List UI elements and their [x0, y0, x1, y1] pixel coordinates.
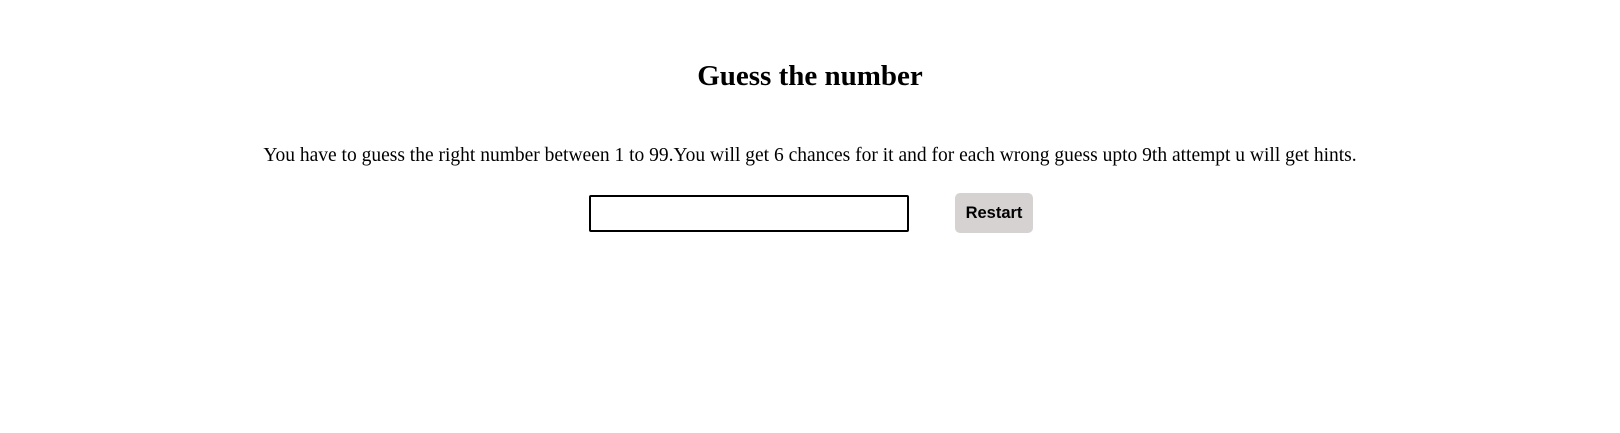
- page-title: Guess the number: [697, 60, 923, 92]
- instructions-text: You have to guess the right number betwe…: [263, 145, 1357, 166]
- guess-input[interactable]: [589, 195, 909, 232]
- page: Guess the number You have to guess the r…: [0, 0, 1620, 433]
- restart-button[interactable]: Restart: [955, 193, 1033, 233]
